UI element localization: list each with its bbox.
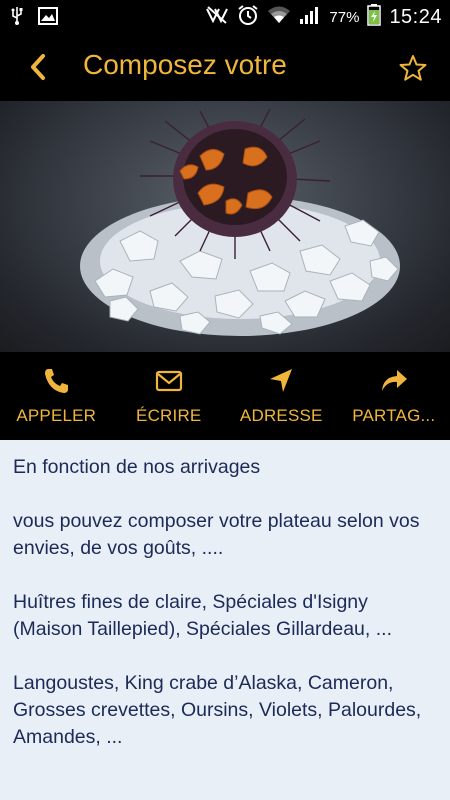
call-button[interactable]: APPELER — [0, 352, 113, 440]
share-button[interactable]: PARTAG... — [338, 352, 450, 440]
envelope-icon — [155, 370, 182, 392]
sea-urchin-on-ice-photo — [80, 108, 400, 336]
battery-charging-icon — [367, 4, 382, 31]
contact-actions: APPELER ÉCRIRE ADRESSE PARTAG... — [0, 352, 450, 440]
description-paragraph: Langoustes, King crabe d’Alaska, Cameron… — [13, 672, 422, 748]
image-icon — [38, 7, 58, 30]
description-paragraph: En fonction de nos arrivages — [13, 456, 261, 478]
chevron-left-icon — [31, 54, 45, 80]
clock-time: 15:24 — [389, 6, 442, 28]
description-paragraph: vous pouvez composer votre plateau selon… — [13, 510, 420, 559]
description-content: En fonction de nos arrivages vous pouvez… — [0, 440, 450, 800]
usb-icon — [10, 6, 24, 31]
email-button[interactable]: ÉCRIRE — [113, 352, 226, 440]
mute-icon — [205, 5, 229, 30]
favorite-button[interactable] — [398, 53, 428, 83]
phone-icon — [45, 369, 69, 393]
address-button[interactable]: ADRESSE — [225, 352, 338, 440]
wifi-icon — [267, 5, 291, 30]
battery-percent: 77% — [329, 9, 360, 26]
address-label: ADRESSE — [239, 406, 323, 425]
share-icon — [381, 370, 407, 391]
signal-icon — [299, 5, 321, 30]
status-bar: 77% 15:24 — [0, 0, 450, 33]
description-paragraph: Huîtres fines de claire, Spéciales d'Isi… — [13, 591, 392, 640]
share-label: PARTAG... — [352, 406, 436, 425]
page-title: Composez votre — [83, 49, 287, 80]
action-bar: Composez votre — [0, 33, 450, 101]
hero-image — [0, 101, 450, 352]
navigation-arrow-icon — [270, 369, 293, 392]
star-outline-icon — [399, 55, 427, 81]
email-label: ÉCRIRE — [136, 406, 202, 425]
back-button[interactable] — [22, 50, 56, 84]
alarm-icon — [237, 4, 259, 31]
call-label: APPELER — [16, 406, 97, 425]
